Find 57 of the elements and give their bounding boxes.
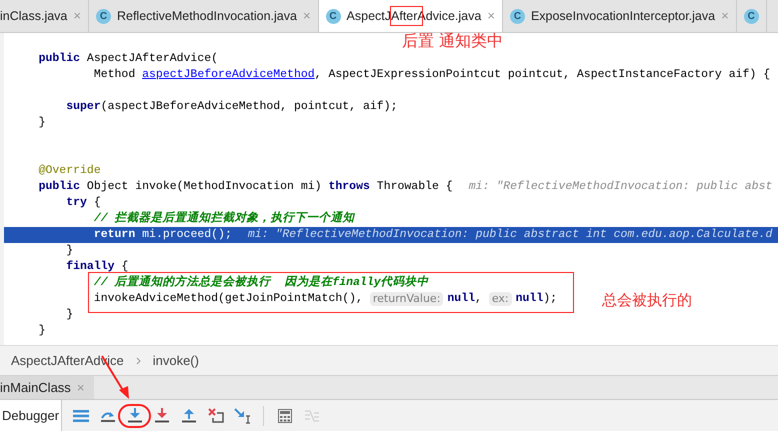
run-to-cursor-icon <box>234 408 252 424</box>
code-text: , <box>475 291 483 308</box>
code-comment: // 拦截器是后置通知拦截对象，执行下一个通知 <box>92 210 355 228</box>
parameter-hint: returnValue: <box>370 292 444 306</box>
code-text: AspectJAfterAdvice( <box>86 51 218 68</box>
breadcrumb-item[interactable]: invoke() <box>152 350 199 370</box>
list-icon <box>72 410 89 422</box>
code-annotation: @Override <box>38 163 101 180</box>
code-text: mi.proceed(); <box>141 227 232 244</box>
step-out-icon <box>180 408 197 423</box>
editor-tab[interactable]: C <box>736 0 767 32</box>
code-text: ); <box>543 291 558 308</box>
debugger-tab[interactable]: Debugger <box>0 400 62 431</box>
calculator-icon <box>278 408 292 422</box>
class-icon: C <box>96 8 111 24</box>
debug-tab[interactable]: inMainClass × <box>0 376 94 399</box>
code-text: { <box>92 195 101 212</box>
code-text: } <box>65 243 74 260</box>
tab-label: inClass.java <box>0 8 68 25</box>
code-keyword: throws <box>328 179 370 196</box>
chevron-icon <box>136 356 141 364</box>
code-text: } <box>65 307 74 324</box>
code-text: Object invoke(MethodInvocation mi) <box>86 179 323 196</box>
tab-label: ExposeInvocationInterceptor.java <box>530 8 716 25</box>
code-keyword: public <box>38 51 80 68</box>
editor-tab[interactable]: inClass.java × <box>0 0 89 32</box>
code-keyword: public <box>38 179 80 196</box>
code-text: } <box>38 115 46 132</box>
class-icon: C <box>326 8 341 24</box>
code-keyword: return <box>92 227 136 244</box>
code-keyword: try <box>65 195 87 212</box>
code-text: , AspectJExpressionPointcut pointcut, AspectInstanceFactory aif) { <box>314 67 770 84</box>
annotation-label: 后置 通知类中 <box>402 30 504 52</box>
class-icon: C <box>744 8 759 24</box>
class-icon: C <box>510 8 525 24</box>
code-keyword: null <box>516 291 544 308</box>
force-step-into-icon <box>154 408 170 423</box>
trace-icon <box>304 410 319 422</box>
parameter-hint: ex: <box>488 292 512 306</box>
code-text: invokeAdviceMethod(getJoinPointMatch(), <box>92 291 364 308</box>
tab-label: inMainClass <box>0 378 71 397</box>
annotation-note: 总会被执行的 <box>602 290 692 311</box>
drop-frame-icon <box>208 408 224 423</box>
code-text: } <box>38 323 46 340</box>
tab-label: ReflectiveMethodInvocation.java <box>116 8 297 25</box>
code-text: (aspectJBeforeAdviceMethod, pointcut, aif); <box>100 99 398 116</box>
code-text: { <box>120 259 128 275</box>
inline-value-hint: mi: "ReflectiveMethodInvocation: public abst <box>468 179 772 196</box>
code-keyword: finally <box>65 259 115 275</box>
code-text: Throwable { <box>376 179 453 196</box>
step-into-icon <box>126 408 143 423</box>
code-keyword: super <box>65 99 101 116</box>
code-comment: // 后置通知的方法总是会被执行 因为是在finally代码块中 <box>92 274 429 292</box>
code-text: Method <box>92 67 136 84</box>
code-keyword: null <box>447 291 476 308</box>
inline-value-hint: mi: "ReflectiveMethodInvocation: public abstract int com.edu.aop.Calculate.d <box>248 227 772 244</box>
code-link[interactable]: aspectJBeforeAdviceMethod <box>142 66 315 84</box>
